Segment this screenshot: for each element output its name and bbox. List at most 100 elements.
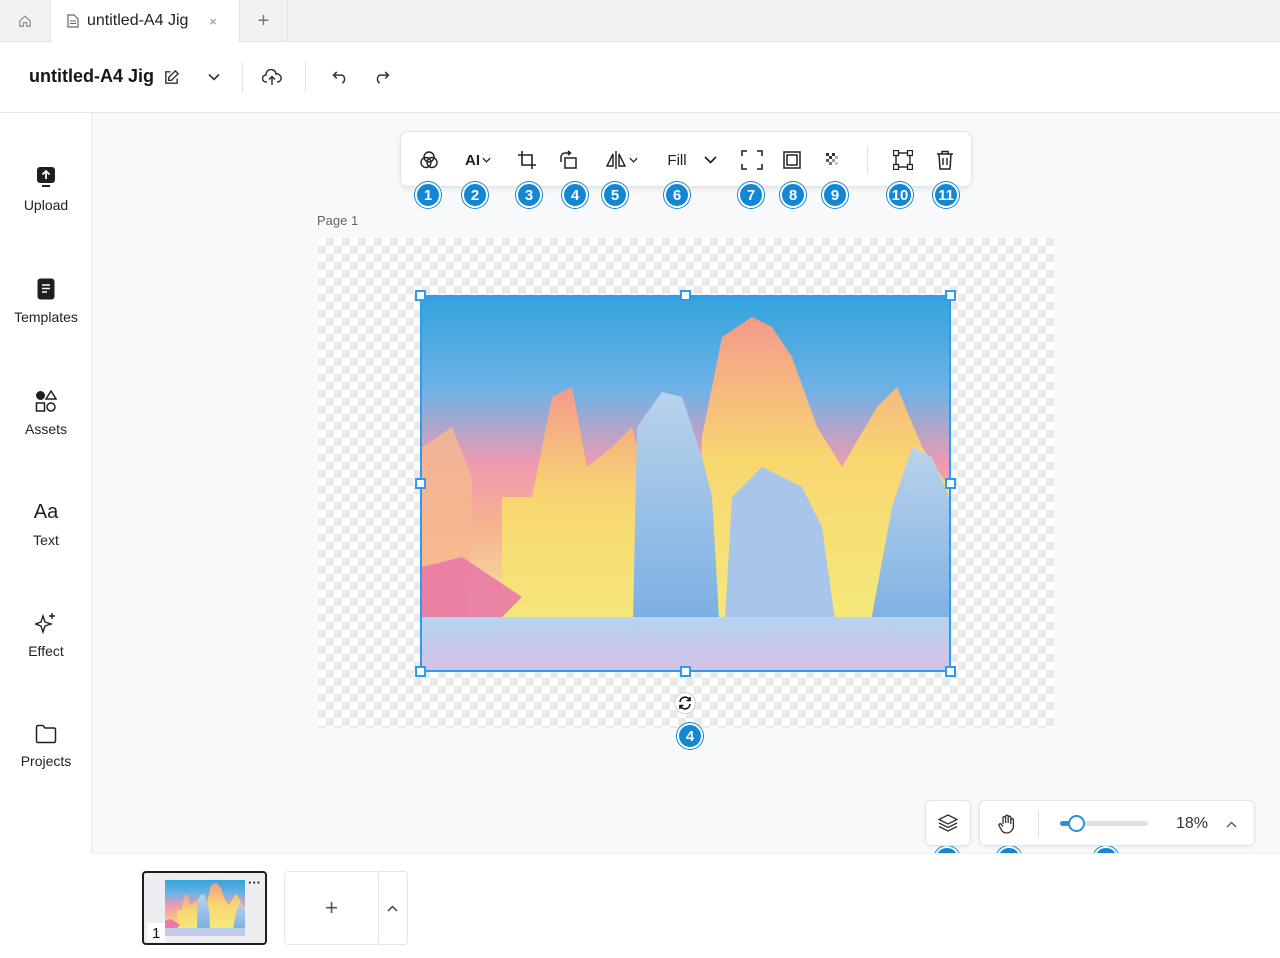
sidebar-item-templates[interactable]: Templates xyxy=(0,278,92,358)
rotate-icon xyxy=(679,696,691,710)
callout-badge: 2 xyxy=(462,182,488,208)
home-button[interactable] xyxy=(0,0,50,42)
callout-badge: 4 xyxy=(562,182,588,208)
resize-handle-bottom-left[interactable] xyxy=(415,666,426,677)
sidebar-item-upload[interactable]: Upload xyxy=(0,166,92,246)
sidebar-label: Templates xyxy=(14,309,78,325)
resize-handle-top[interactable] xyxy=(680,290,691,301)
sidebar-item-effect[interactable]: Effect xyxy=(0,612,92,692)
edit-icon xyxy=(164,69,179,84)
transform-button[interactable] xyxy=(890,146,916,174)
callout-badge: 10 xyxy=(887,182,913,208)
upload-cloud-button[interactable] xyxy=(258,64,286,90)
ai-tools-button[interactable]: AI xyxy=(461,146,495,174)
folder-icon xyxy=(35,724,57,744)
callout-badge: 5 xyxy=(602,182,628,208)
chevron-down-icon xyxy=(208,73,220,81)
sidebar-label: Effect xyxy=(28,643,64,659)
chevron-down-icon xyxy=(482,157,491,163)
document-title[interactable]: untitled-A4 Jig xyxy=(29,66,154,87)
callout-badge: 4 xyxy=(677,723,703,749)
zoom-options-button[interactable] xyxy=(1222,813,1240,835)
filter-icon xyxy=(420,151,438,169)
zoom-percentage: 18% xyxy=(1176,815,1209,832)
resize-handle-top-left[interactable] xyxy=(415,290,426,301)
redo-button[interactable] xyxy=(367,64,395,90)
thumbnail-more-button[interactable]: ··· xyxy=(248,875,261,890)
callout-badge: 9 xyxy=(822,182,848,208)
tab-title: untitled-A4 Jig xyxy=(87,12,189,29)
border-button[interactable] xyxy=(779,146,805,174)
document-menu-button[interactable] xyxy=(202,66,226,88)
fill-mode-button[interactable]: Fill xyxy=(663,146,691,174)
transparency-icon xyxy=(826,153,838,165)
crop-icon xyxy=(518,151,536,169)
resize-handle-left[interactable] xyxy=(415,478,426,489)
transform-icon xyxy=(893,150,913,170)
chevron-down-icon xyxy=(703,156,717,164)
document-header xyxy=(0,42,1280,113)
flip-button[interactable] xyxy=(601,146,641,174)
rename-button[interactable] xyxy=(160,66,182,88)
trash-icon xyxy=(937,150,953,170)
resize-handle-right[interactable] xyxy=(945,478,956,489)
chevron-up-icon xyxy=(387,905,398,911)
sidebar-label: Projects xyxy=(20,753,72,769)
new-tab-button[interactable]: + xyxy=(240,0,288,42)
undo-icon xyxy=(331,70,345,84)
zoom-divider xyxy=(1038,811,1039,837)
home-icon xyxy=(19,15,31,27)
assets-icon xyxy=(35,390,57,412)
pan-tool-button[interactable] xyxy=(994,811,1020,837)
selected-image[interactable] xyxy=(420,295,951,672)
document-tab[interactable]: untitled-A4 Jig × xyxy=(50,0,240,42)
crop-button[interactable] xyxy=(514,146,540,174)
zoom-slider-thumb[interactable] xyxy=(1068,815,1085,832)
callout-badge: 7 xyxy=(738,182,764,208)
transparency-button[interactable] xyxy=(821,146,845,174)
sidebar-item-projects[interactable]: Projects xyxy=(0,724,92,804)
toolbar-divider xyxy=(867,146,868,174)
fill-dropdown-button[interactable] xyxy=(700,146,720,174)
filter-button[interactable] xyxy=(416,146,442,174)
ai-label: AI xyxy=(465,151,480,169)
callout-badge: 11 xyxy=(933,182,959,208)
hand-icon xyxy=(998,814,1015,834)
rotate-button[interactable] xyxy=(556,146,582,174)
sparkle-icon xyxy=(35,613,55,634)
resize-handle-bottom[interactable] xyxy=(680,666,691,677)
layers-icon xyxy=(938,814,958,832)
resize-handle-bottom-right[interactable] xyxy=(945,666,956,677)
fill-label: Fill xyxy=(667,151,687,169)
undo-button[interactable] xyxy=(326,64,354,90)
chevron-down-icon xyxy=(628,157,638,163)
layers-button[interactable] xyxy=(925,800,971,846)
document-icon xyxy=(67,14,79,28)
resize-handle-top-right[interactable] xyxy=(945,290,956,301)
tab-close-button[interactable]: × xyxy=(209,14,217,29)
upload-icon xyxy=(37,167,55,187)
add-page-button[interactable]: + xyxy=(284,871,379,945)
sidebar-label: Text xyxy=(33,532,59,548)
sidebar-label: Upload xyxy=(23,197,69,213)
sidebar-item-text[interactable]: Aa Text xyxy=(0,501,92,581)
landscape-image xyxy=(422,297,949,670)
fit-to-page-button[interactable] xyxy=(739,146,765,174)
page-number: 1 xyxy=(147,923,166,942)
delete-button[interactable] xyxy=(932,146,958,174)
chevron-up-icon xyxy=(1226,821,1236,827)
text-icon: Aa xyxy=(33,501,59,523)
page-thumbnail[interactable]: ··· 1 xyxy=(142,871,267,945)
callout-badge: 8 xyxy=(780,182,806,208)
zoom-slider[interactable] xyxy=(1060,815,1148,832)
left-sidebar: Upload Templates Assets Aa Text Effect P… xyxy=(0,113,92,853)
expand-icon xyxy=(741,150,763,170)
expand-pages-button[interactable] xyxy=(378,871,408,945)
rotate-handle[interactable] xyxy=(674,692,696,714)
callout-badge: 1 xyxy=(415,182,441,208)
callout-badge: 3 xyxy=(516,182,542,208)
flip-icon xyxy=(605,151,626,169)
header-divider xyxy=(305,62,306,92)
template-icon xyxy=(37,278,55,300)
sidebar-item-assets[interactable]: Assets xyxy=(0,390,92,470)
